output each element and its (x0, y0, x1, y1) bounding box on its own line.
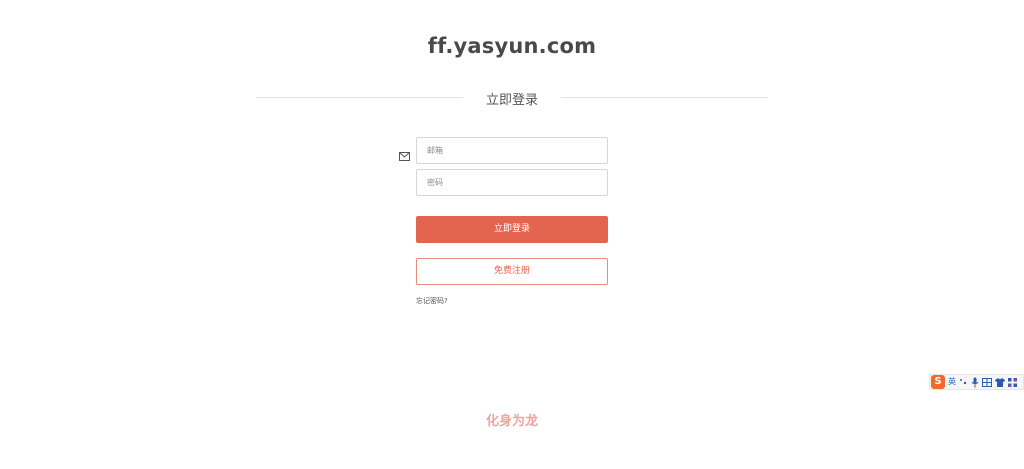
email-field-row (416, 137, 608, 164)
login-button[interactable]: 立即登录 (416, 216, 608, 243)
mail-icon (399, 146, 410, 161)
register-button[interactable]: 免费注册 (416, 258, 608, 285)
skin-icon[interactable] (995, 377, 1005, 387)
divider-line-right (561, 97, 768, 98)
grid-icon[interactable] (1008, 377, 1017, 387)
ime-logo-icon[interactable]: S (931, 375, 945, 389)
ime-mode-toggle[interactable]: 英 (948, 375, 956, 389)
ime-toolbar: S 英 (929, 374, 1024, 390)
site-title: ff.yasyun.com (427, 34, 597, 58)
login-heading: 立即登录 (485, 93, 538, 108)
divider-line-left (256, 97, 463, 98)
login-heading-divider: 立即登录 (256, 88, 768, 108)
footer-brand: 化身为龙 (485, 414, 538, 429)
login-page: ff.yasyun.com 立即登录 立即登录 免费注册 忘记密码? S 英 (0, 0, 1024, 469)
microphone-icon[interactable] (971, 377, 979, 388)
password-field[interactable] (416, 169, 608, 196)
punctuation-icon[interactable] (959, 377, 968, 387)
password-field-row (416, 169, 608, 196)
email-field[interactable] (416, 137, 608, 164)
keyboard-icon[interactable] (982, 377, 992, 387)
forgot-password-link[interactable]: 忘记密码? (416, 296, 448, 306)
